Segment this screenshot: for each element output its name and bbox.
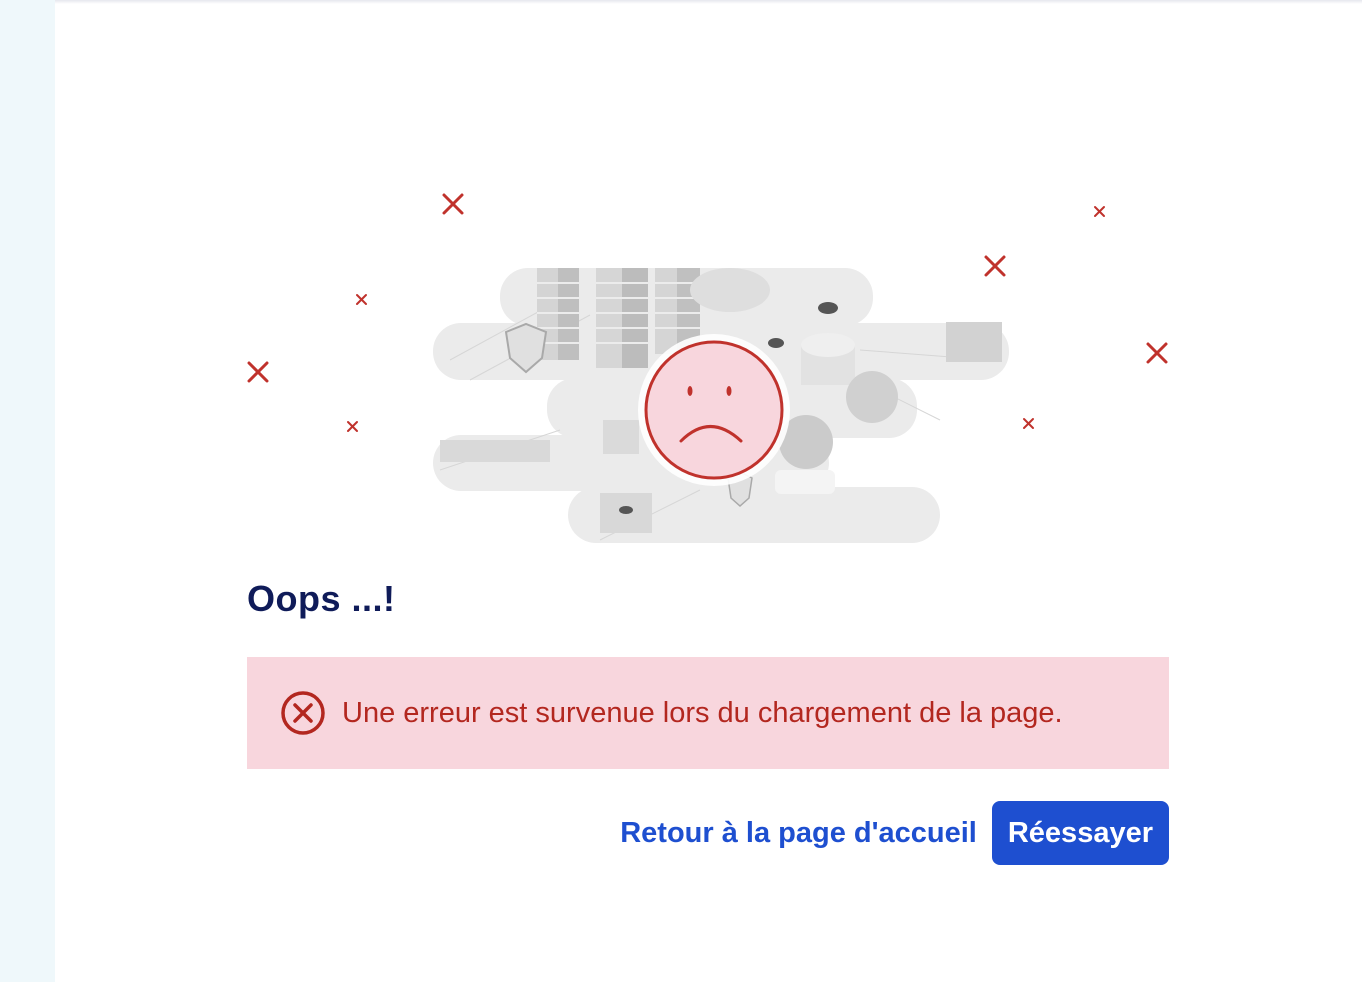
retry-button[interactable]: Réessayer [991,801,1169,865]
error-alert: Une erreur est survenue lors du chargeme… [247,657,1169,769]
home-link[interactable]: Retour à la page d'accueil [620,817,977,850]
error-illustration [247,193,1168,543]
page-title: Oops ...! [247,578,396,619]
sad-face-icon [638,334,790,486]
error-circle-icon [279,689,327,737]
error-actions: Retour à la page d'accueil Réessayer [620,801,1169,865]
left-rail [0,0,55,982]
error-message: Une erreur est survenue lors du chargeme… [342,696,1063,729]
header-shadow [55,0,1362,4]
